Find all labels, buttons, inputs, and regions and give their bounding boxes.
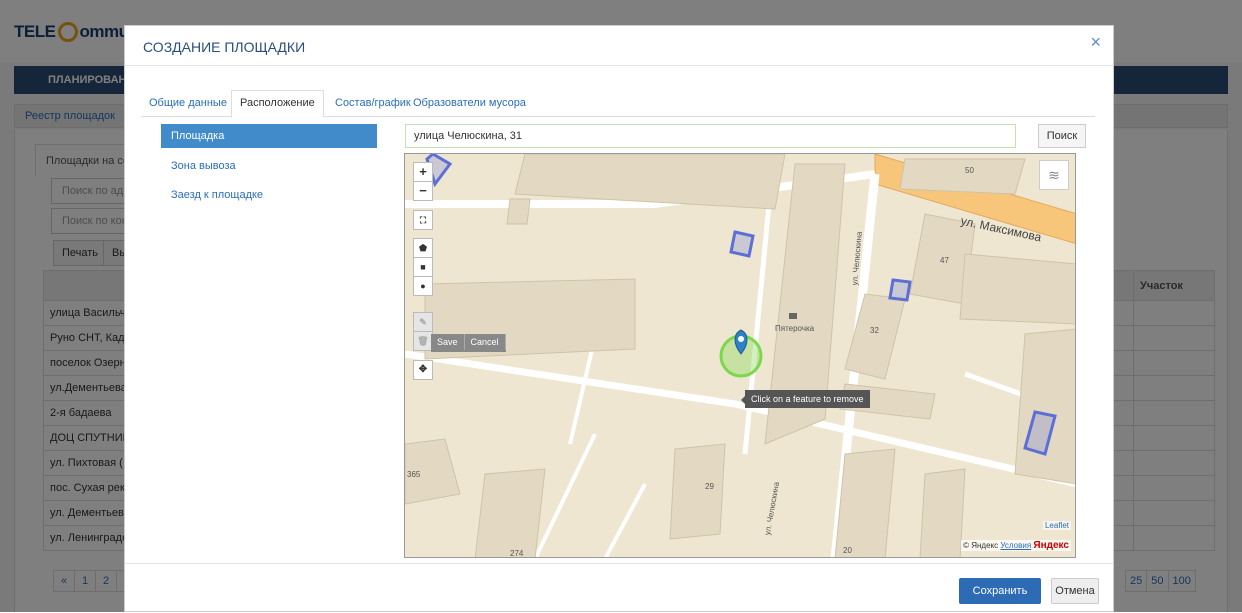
marker-dot <box>738 336 744 342</box>
dialog-title: СОЗДАНИЕ ПЛОЩАДКИ <box>143 39 306 55</box>
edit-layers-icon[interactable]: ✎ <box>413 312 433 332</box>
building <box>474 468 546 557</box>
draw-polygon-icon[interactable]: ⬟ <box>413 238 433 258</box>
dialog-footer: Сохранить Отмена <box>125 563 1113 613</box>
road <box>603 483 647 557</box>
locate-icon[interactable]: ✥ <box>413 360 433 380</box>
road <box>742 193 773 455</box>
edit-actions: Save Cancel <box>431 334 506 352</box>
close-icon[interactable]: × <box>1090 32 1101 53</box>
edit-cancel-button[interactable]: Cancel <box>465 334 506 350</box>
shop-icon <box>789 313 797 319</box>
map-tooltip: Click on a feature to remove <box>741 390 870 408</box>
map-tiles <box>405 154 1075 557</box>
side-item-access-route[interactable]: Заезд к площадке <box>161 183 377 207</box>
save-button[interactable]: Сохранить <box>959 578 1041 604</box>
house-number: 20 <box>843 546 852 555</box>
house-number: 29 <box>705 482 714 491</box>
side-item-pickup-zone[interactable]: Зона вывоза <box>161 154 377 178</box>
tab-waste-generators[interactable]: Образователи мусора <box>405 91 534 117</box>
tab-location[interactable]: Расположение <box>231 90 324 118</box>
draw-rectangle-icon[interactable]: ■ <box>413 257 433 277</box>
house-number: 50 <box>965 166 974 175</box>
building <box>506 198 531 225</box>
building <box>834 448 896 557</box>
create-site-dialog: СОЗДАНИЕ ПЛОЩАДКИ × Общие данные Располо… <box>124 25 1114 612</box>
search-button[interactable]: Поиск <box>1038 124 1086 148</box>
address-input[interactable] <box>405 124 1016 148</box>
draw-circle-icon[interactable]: ● <box>413 276 433 296</box>
house-number: 32 <box>870 326 879 335</box>
building <box>959 253 1075 325</box>
house-number: 274 <box>510 549 524 558</box>
site-polygon[interactable] <box>729 230 755 258</box>
yandex-attribution: © Яндекс Условия Яндекс <box>961 540 1071 551</box>
poi-label: Пятерочка <box>775 324 815 333</box>
layers-icon[interactable]: ≋ <box>1039 160 1069 190</box>
delete-layers-icon[interactable]: 🗑 <box>413 331 433 351</box>
tab-general[interactable]: Общие данные <box>141 91 235 117</box>
cancel-button[interactable]: Отмена <box>1051 578 1099 604</box>
side-item-site[interactable]: Площадка <box>161 124 377 148</box>
house-number: 47 <box>940 256 949 265</box>
building <box>919 468 966 557</box>
building <box>1014 328 1075 485</box>
zoom-out-button[interactable]: − <box>413 181 433 201</box>
building <box>844 293 906 380</box>
site-polygon[interactable] <box>888 278 912 302</box>
fullscreen-icon[interactable]: ⛶ <box>413 210 433 230</box>
building <box>669 443 726 540</box>
leaflet-attribution[interactable]: Leaflet <box>1042 521 1071 530</box>
yandex-logo: Яндекс <box>1033 540 1069 551</box>
road <box>533 433 597 557</box>
building <box>899 158 1026 195</box>
edit-save-button[interactable]: Save <box>431 334 465 350</box>
map[interactable]: ул. Максимова ул. Челюскина ул. Челюскин… <box>404 153 1076 558</box>
house-number: 365 <box>407 470 421 479</box>
dialog-header: СОЗДАНИЕ ПЛОЩАДКИ × <box>125 26 1113 66</box>
yandex-terms-link[interactable]: Условия <box>1000 541 1031 550</box>
zoom-in-button[interactable]: + <box>413 162 433 182</box>
yandex-copyright: © Яндекс <box>963 541 999 550</box>
dialog-tabs: Общие данные Расположение Состав/график … <box>141 90 1095 118</box>
